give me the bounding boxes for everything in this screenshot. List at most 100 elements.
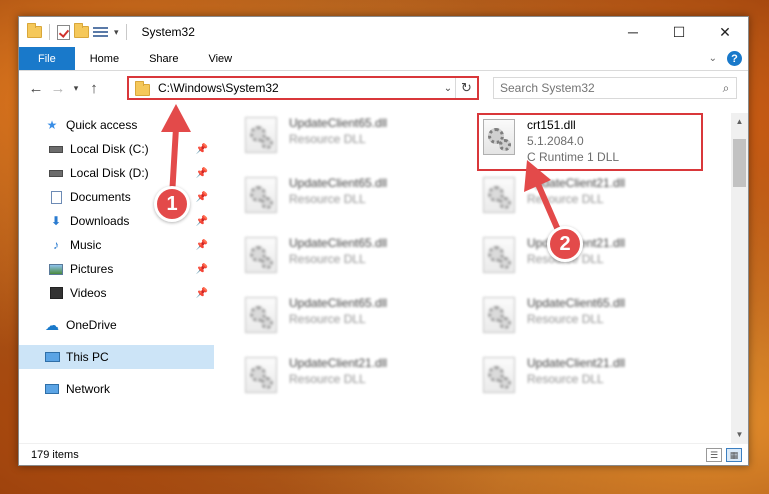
- sidebar-item-local-disk-c[interactable]: Local Disk (C:) 📌: [19, 137, 214, 161]
- network-icon: [44, 382, 60, 396]
- properties-list-icon[interactable]: [93, 26, 108, 39]
- pin-icon[interactable]: 📌: [196, 192, 208, 203]
- sidebar-item-label: Music: [70, 238, 102, 252]
- dll-file-icon: [483, 297, 515, 333]
- sidebar-item-label: This PC: [66, 350, 109, 364]
- scroll-thumb[interactable]: [733, 139, 746, 187]
- navigation-bar: ← → ▾ ↑ C:\Windows\System32 ⌄ ↻ ⌕: [19, 72, 748, 104]
- dll-file-icon: [245, 237, 277, 273]
- pin-icon[interactable]: 📌: [196, 264, 208, 275]
- sidebar-item-label: Quick access: [66, 118, 138, 132]
- tab-share[interactable]: Share: [134, 47, 193, 70]
- computer-icon: [44, 350, 60, 364]
- title-bar: ▾ System32 ─ ☐ ✕: [19, 17, 748, 47]
- drive-icon: [48, 142, 64, 156]
- dll-file-icon: [483, 177, 515, 213]
- dll-file-icon: [245, 177, 277, 213]
- quick-access-toolbar: ▾: [19, 23, 130, 40]
- up-arrow-icon[interactable]: ↑: [83, 80, 105, 97]
- window-controls: ─ ☐ ✕: [610, 17, 748, 47]
- list-item[interactable]: UpdateClient65.dll Resource DLL: [245, 235, 387, 273]
- expand-ribbon-chevron-icon[interactable]: ⌄: [709, 53, 717, 64]
- toolbar-divider: [125, 24, 127, 40]
- videos-icon: [48, 286, 64, 300]
- sidebar-item-label: OneDrive: [66, 318, 117, 332]
- pin-icon[interactable]: 📌: [196, 216, 208, 227]
- scroll-up-arrow-icon[interactable]: ▲: [731, 113, 748, 130]
- new-folder-icon[interactable]: [74, 23, 89, 38]
- view-toggle: ☰ ▦: [706, 447, 748, 462]
- list-item[interactable]: UpdateClient21.dllResource DLL: [483, 355, 625, 393]
- folder-icon: [27, 23, 42, 38]
- drive-icon: [48, 166, 64, 180]
- sidebar-item-music[interactable]: ♪ Music 📌: [19, 233, 214, 257]
- star-icon: ★: [46, 118, 58, 132]
- sidebar-item-label: Local Disk (C:): [70, 142, 149, 156]
- recent-locations-chevron-icon[interactable]: ▾: [69, 83, 83, 94]
- sidebar-item-label: Pictures: [70, 262, 114, 276]
- toolbar-divider: [49, 24, 50, 40]
- dll-file-icon: [245, 297, 277, 333]
- tab-home[interactable]: Home: [75, 47, 134, 70]
- list-item[interactable]: UpdateClient65.dll Resource DLL: [483, 295, 625, 333]
- annotation-badge-2: 2: [547, 226, 583, 262]
- dll-file-icon: [245, 117, 277, 153]
- sidebar-item-this-pc[interactable]: This PC: [19, 345, 214, 369]
- maximize-button[interactable]: ☐: [656, 17, 702, 47]
- pictures-icon: [48, 262, 64, 276]
- search-icon[interactable]: ⌕: [716, 81, 736, 96]
- annotation-badge-1: 1: [154, 186, 190, 222]
- vertical-scrollbar[interactable]: ▲ ▼: [731, 113, 748, 443]
- dll-file-icon: [483, 357, 515, 393]
- minimize-button[interactable]: ─: [610, 17, 656, 47]
- tab-file[interactable]: File: [19, 47, 75, 70]
- search-box[interactable]: ⌕: [493, 77, 737, 99]
- forward-arrow-icon[interactable]: →: [47, 80, 69, 97]
- sidebar-item-label: Local Disk (D:): [70, 166, 149, 180]
- pin-icon[interactable]: 📌: [196, 288, 208, 299]
- pin-icon[interactable]: 📌: [196, 240, 208, 251]
- list-item[interactable]: UpdateClient65.dll Resource DLL: [245, 295, 387, 333]
- properties-check-icon[interactable]: [57, 24, 70, 40]
- scroll-down-arrow-icon[interactable]: ▼: [731, 426, 748, 443]
- large-icons-view-icon[interactable]: ▦: [726, 447, 742, 462]
- back-arrow-icon[interactable]: ←: [25, 80, 47, 97]
- navigation-pane: ★ Quick access Local Disk (C:) 📌 Local D…: [19, 113, 214, 433]
- sidebar-item-pictures[interactable]: Pictures 📌: [19, 257, 214, 281]
- address-path[interactable]: C:\Windows\System32: [158, 81, 441, 95]
- ribbon-tabs: File Home Share View ⌄ ?: [19, 47, 748, 71]
- list-item[interactable]: UpdateClient21.dllResource DLL: [483, 175, 625, 213]
- pin-icon[interactable]: 📌: [196, 144, 208, 155]
- list-item[interactable]: UpdateClient65.dll Resource DLL: [245, 175, 387, 213]
- details-view-icon[interactable]: ☰: [706, 447, 722, 462]
- address-dropdown-chevron-icon[interactable]: ⌄: [441, 83, 455, 94]
- address-bar[interactable]: C:\Windows\System32 ⌄ ↻: [127, 76, 479, 100]
- customize-toolbar-chevron-icon[interactable]: ▾: [114, 27, 119, 38]
- sidebar-item-local-disk-d[interactable]: Local Disk (D:) 📌: [19, 161, 214, 185]
- pin-icon[interactable]: 📌: [196, 168, 208, 179]
- sidebar-item-label: Documents: [70, 190, 131, 204]
- sidebar-item-videos[interactable]: Videos 📌: [19, 281, 214, 305]
- sidebar-item-label: Videos: [70, 286, 107, 300]
- ribbon-right: ⌄ ?: [709, 47, 748, 70]
- list-item[interactable]: UpdateClient21.dllResource DLL: [245, 355, 387, 393]
- status-bar: 179 items ☰ ▦: [19, 443, 748, 465]
- search-input[interactable]: [494, 81, 716, 95]
- sidebar-item-label: Downloads: [70, 214, 130, 228]
- list-item[interactable]: UpdateClient65.dll Resource DLL: [245, 115, 387, 153]
- sidebar-item-label: Network: [66, 382, 111, 396]
- sidebar-item-network[interactable]: Network: [19, 377, 214, 401]
- help-icon[interactable]: ?: [727, 51, 742, 66]
- tab-view[interactable]: View: [193, 47, 247, 70]
- sidebar-item-quick-access[interactable]: ★ Quick access: [19, 113, 214, 137]
- sidebar-item-onedrive[interactable]: ☁ OneDrive: [19, 313, 214, 337]
- address-folder-icon: [135, 80, 150, 96]
- close-button[interactable]: ✕: [702, 17, 748, 47]
- downloads-icon: ⬇: [50, 214, 62, 228]
- music-icon: ♪: [53, 238, 59, 252]
- refresh-icon[interactable]: ↻: [455, 78, 477, 98]
- explorer-window: ▾ System32 ─ ☐ ✕ File Home Share View ⌄ …: [18, 16, 749, 466]
